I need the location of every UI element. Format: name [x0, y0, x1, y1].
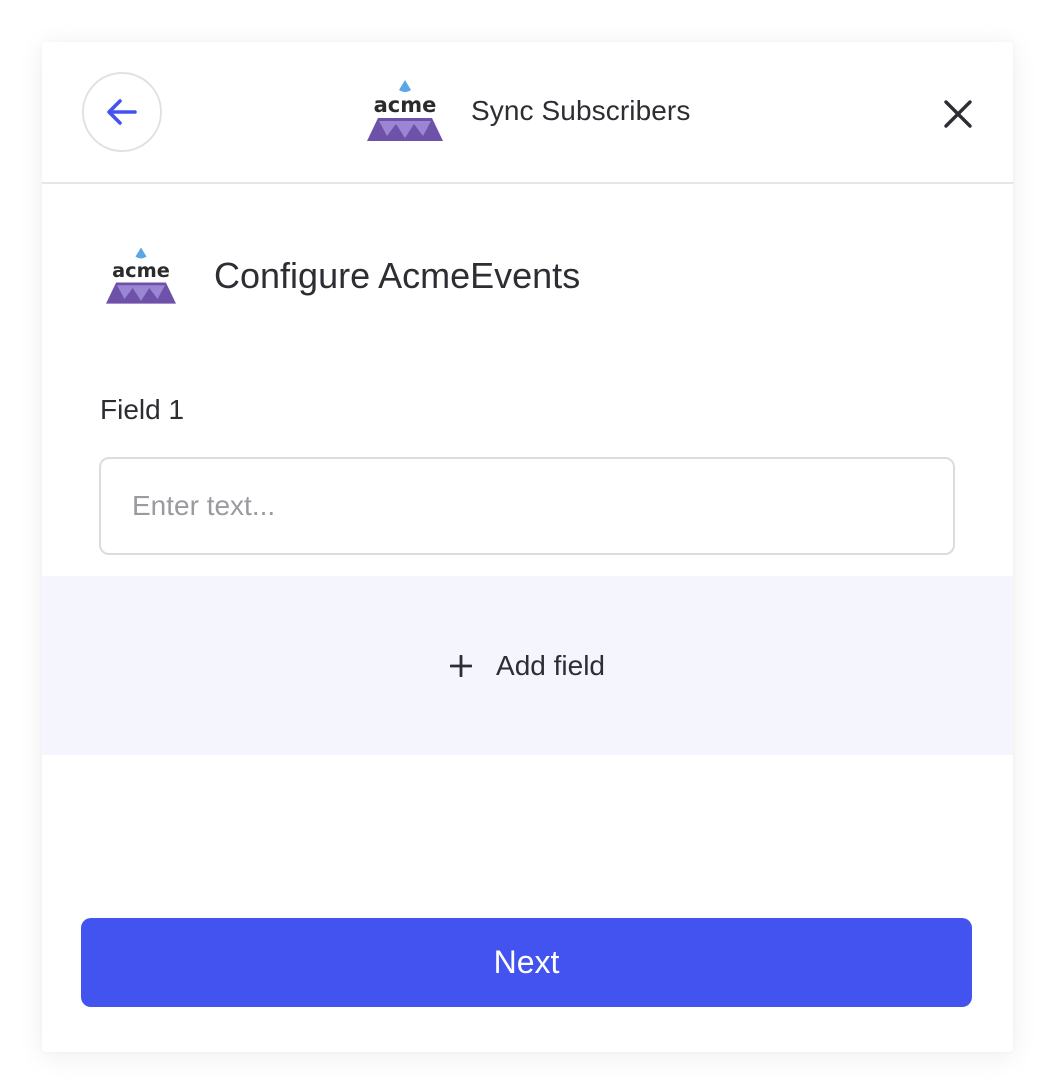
acme-logo: acme	[367, 80, 443, 141]
back-button[interactable]	[82, 72, 162, 152]
logo-text: acme	[374, 93, 437, 117]
config-heading: acme Configure AcmeEvents	[106, 243, 580, 309]
plus-icon	[450, 654, 473, 677]
header-brand: acme Sync Subscribers	[367, 78, 690, 144]
next-button[interactable]: Next	[81, 918, 972, 1007]
sync-subscribers-modal: acme Sync Subscribers acme Configure Acm…	[42, 42, 1013, 1052]
close-icon	[944, 100, 972, 128]
add-field-button[interactable]: Add field	[42, 576, 1013, 755]
field-1-label: Field 1	[100, 394, 185, 425]
modal-header: acme Sync Subscribers	[42, 42, 1013, 184]
arrow-left-icon	[107, 99, 137, 125]
page-title: Configure AcmeEvents	[214, 255, 581, 296]
close-button[interactable]	[936, 92, 980, 136]
field-1-input[interactable]	[99, 457, 955, 555]
add-field-content: Add field	[450, 650, 605, 682]
header-title: Sync Subscribers	[471, 95, 691, 126]
add-field-label: Add field	[496, 649, 605, 681]
logo-text: acme	[112, 259, 170, 282]
acme-logo: acme	[106, 247, 176, 304]
